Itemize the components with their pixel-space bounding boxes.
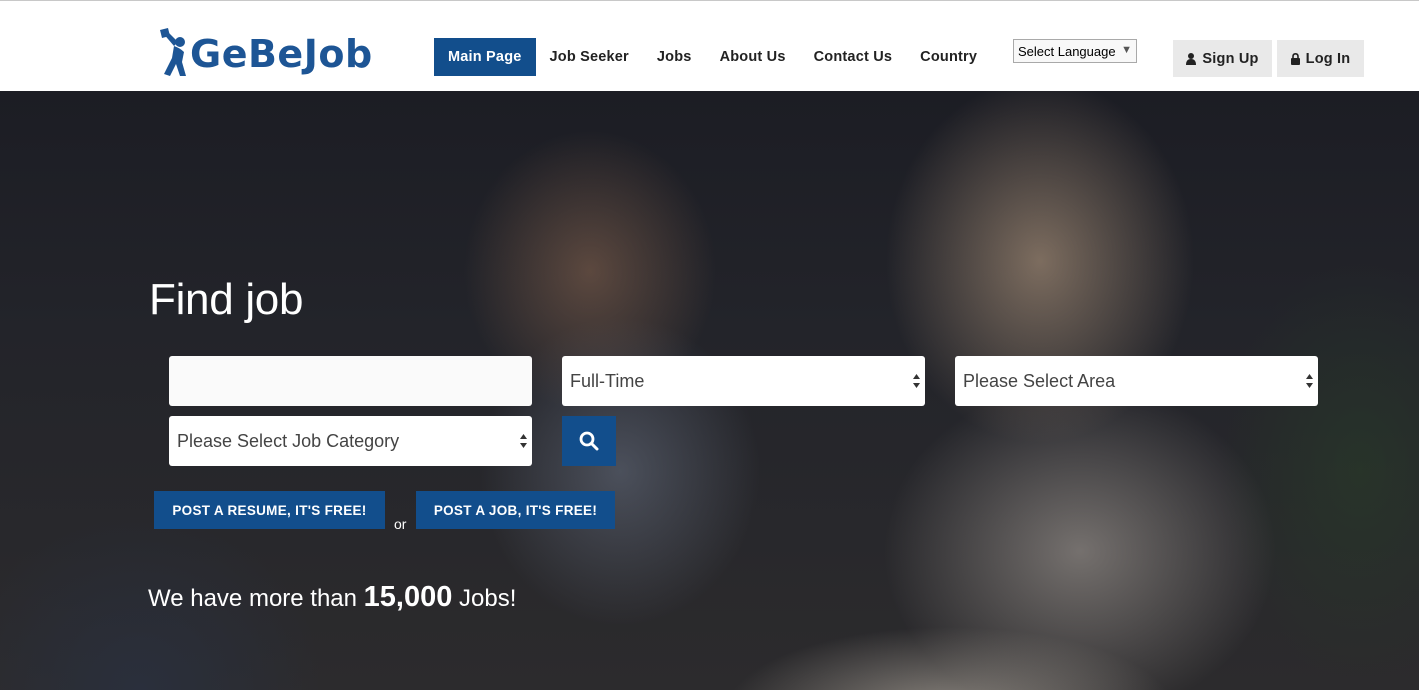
nav-contact-us[interactable]: Contact Us (800, 38, 907, 76)
nav-main-page[interactable]: Main Page (434, 38, 536, 76)
area-select[interactable]: Please Select Area (955, 356, 1318, 406)
cta-or-text: or (394, 516, 407, 532)
log-in-label: Log In (1305, 50, 1351, 67)
user-icon (1186, 52, 1197, 65)
jobs-count: 15,000 (363, 581, 453, 613)
hero-section: Find job Full-Time Please Select Area Pl… (0, 91, 1419, 690)
search-icon (579, 431, 599, 451)
triangle-down-icon: ▼ (1121, 44, 1132, 56)
job-category-select-value: Please Select Job Category (177, 430, 400, 451)
logo-text: GeBeJob (190, 32, 373, 76)
keyword-input[interactable] (169, 356, 532, 406)
job-type-select[interactable]: Full-Time (562, 356, 925, 406)
jobs-count-tagline: We have more than 15,000 Jobs! (148, 581, 516, 614)
select-arrows-icon (520, 434, 527, 448)
main-nav: Main Page Job Seeker Jobs About Us Conta… (434, 38, 991, 76)
language-select-value: Select Language (1018, 43, 1116, 59)
post-job-button[interactable]: POST A JOB, IT'S FREE! (416, 491, 615, 529)
post-resume-button[interactable]: POST A RESUME, IT'S FREE! (154, 491, 385, 529)
lock-icon (1290, 52, 1300, 65)
hero-title: Find job (149, 275, 304, 324)
nav-about-us[interactable]: About Us (706, 38, 800, 76)
tagline-suffix: Jobs! (452, 585, 517, 612)
language-select[interactable]: Select Language ▼ (1013, 39, 1137, 63)
nav-job-seeker[interactable]: Job Seeker (536, 38, 643, 76)
nav-country[interactable]: Country (906, 38, 991, 76)
select-arrows-icon (1306, 374, 1313, 388)
tagline-prefix: We have more than (148, 585, 364, 612)
sign-up-button[interactable]: Sign Up (1173, 40, 1272, 77)
search-button[interactable] (562, 416, 616, 466)
job-category-select[interactable]: Please Select Job Category (169, 416, 532, 466)
logo-figure-icon (160, 28, 186, 76)
site-logo[interactable]: GeBeJob (158, 27, 373, 81)
job-type-select-value: Full-Time (570, 370, 645, 391)
site-header: GeBeJob Main Page Job Seeker Jobs About … (0, 1, 1419, 91)
sign-up-label: Sign Up (1202, 50, 1259, 67)
log-in-button[interactable]: Log In (1277, 40, 1364, 77)
nav-jobs[interactable]: Jobs (643, 38, 706, 76)
select-arrows-icon (913, 374, 920, 388)
area-select-value: Please Select Area (963, 370, 1116, 391)
